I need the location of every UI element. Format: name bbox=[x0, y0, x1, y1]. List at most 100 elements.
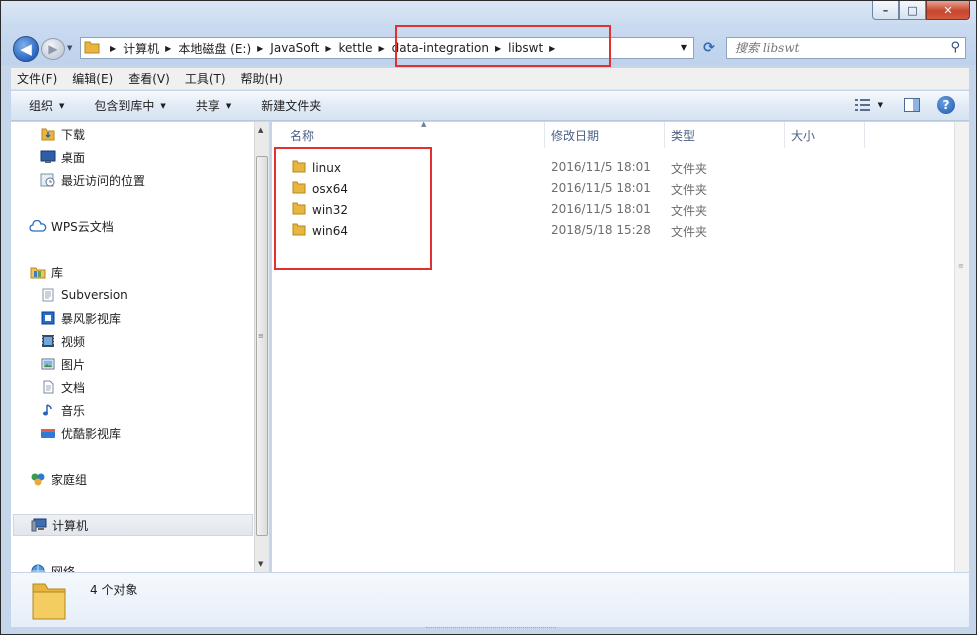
sidebar-item-label: 计算机 bbox=[52, 518, 89, 533]
sidebar-item-recent-places[interactable]: 最近访问的位置 bbox=[39, 169, 268, 191]
table-row[interactable]: win32 2016/11/5 18:01 文件夹 bbox=[282, 198, 842, 219]
back-button[interactable]: ◀ bbox=[13, 36, 39, 62]
new-folder-button[interactable]: 新建文件夹 bbox=[261, 97, 321, 114]
search-icon[interactable]: ⚲ bbox=[950, 40, 960, 55]
column-header-name[interactable]: 名称 ▲ bbox=[284, 120, 545, 148]
column-header-size[interactable]: 大小 bbox=[785, 122, 865, 148]
file-name: win64 bbox=[292, 222, 348, 239]
table-row[interactable]: linux 2016/11/5 18:01 文件夹 bbox=[282, 156, 842, 177]
video-icon bbox=[39, 333, 57, 349]
share-button[interactable]: 共享 ▼ bbox=[196, 97, 231, 114]
close-button[interactable]: ✕ bbox=[926, 1, 970, 20]
refresh-button[interactable]: ⟳ bbox=[697, 37, 721, 59]
view-options-dropdown[interactable]: ▼ bbox=[878, 101, 883, 109]
sidebar-item-libraries[interactable]: 库 bbox=[29, 261, 268, 283]
include-in-library-button[interactable]: 包含到库中 ▼ bbox=[94, 97, 165, 114]
menu-tools[interactable]: 工具(T) bbox=[185, 70, 226, 87]
chevron-right-icon[interactable]: ▶ bbox=[549, 44, 555, 53]
scrollbar-thumb[interactable] bbox=[256, 156, 268, 536]
column-label: 修改日期 bbox=[551, 128, 600, 143]
chevron-right-icon[interactable]: ▶ bbox=[165, 44, 171, 53]
sidebar-item-computer[interactable]: 计算机 bbox=[13, 514, 253, 536]
minimize-button[interactable]: – bbox=[872, 1, 899, 20]
resize-grip[interactable] bbox=[426, 627, 556, 630]
chevron-right-icon[interactable]: ▶ bbox=[495, 44, 501, 53]
sidebar-item-music[interactable]: 音乐 bbox=[39, 399, 268, 421]
explorer-window: – □ ✕ ◀ ▶ ▼ ▶ 计算机 ▶ 本地磁盘 (E:) ▶ JavaSoft… bbox=[0, 0, 977, 635]
navigation-scrollbar[interactable]: ▲ ≡ ▼ bbox=[254, 122, 269, 572]
library-icon bbox=[29, 264, 47, 280]
column-label: 名称 bbox=[290, 128, 315, 143]
menu-help[interactable]: 帮助(H) bbox=[241, 70, 283, 87]
menu-file[interactable]: 文件(F) bbox=[17, 70, 57, 87]
maximize-button[interactable]: □ bbox=[899, 1, 926, 20]
column-header-modified[interactable]: 修改日期 bbox=[545, 122, 665, 148]
include-in-library-label: 包含到库中 bbox=[94, 99, 155, 113]
sidebar-item-label: Subversion bbox=[61, 288, 128, 302]
chevron-right-icon[interactable]: ▶ bbox=[110, 44, 116, 53]
sidebar-item-label: 优酷影视库 bbox=[61, 426, 122, 441]
sidebar-item-network[interactable]: 网络 bbox=[29, 560, 268, 572]
file-modified: 2016/11/5 18:01 bbox=[551, 202, 651, 216]
forward-button[interactable]: ▶ bbox=[41, 38, 65, 60]
sidebar-item-baofeng[interactable]: 暴风影视库 bbox=[39, 307, 268, 329]
search-box[interactable]: ⚲ bbox=[726, 37, 966, 59]
chevron-down-icon: ▼ bbox=[59, 101, 65, 110]
folder-icon bbox=[84, 40, 100, 57]
chevron-down-icon: ▼ bbox=[160, 101, 166, 110]
scroll-up-icon[interactable]: ▲ bbox=[258, 126, 263, 134]
sidebar-item-downloads[interactable]: 下载 bbox=[39, 123, 268, 145]
column-label: 大小 bbox=[791, 128, 816, 143]
recent-pages-dropdown[interactable]: ▼ bbox=[67, 44, 72, 52]
organize-button[interactable]: 组织 ▼ bbox=[29, 97, 64, 114]
scroll-down-icon[interactable]: ▼ bbox=[258, 560, 263, 568]
file-name: win32 bbox=[292, 201, 348, 218]
chevron-right-icon[interactable]: ▶ bbox=[379, 44, 385, 53]
sidebar-item-wps-cloud[interactable]: WPS云文档 bbox=[29, 215, 268, 237]
table-row[interactable]: osx64 2016/11/5 18:01 文件夹 bbox=[282, 177, 842, 198]
breadcrumb-libswt[interactable]: libswt bbox=[508, 41, 543, 55]
share-label: 共享 bbox=[195, 99, 220, 113]
breadcrumb-computer[interactable]: 计算机 bbox=[123, 40, 159, 57]
column-label: 类型 bbox=[671, 128, 696, 143]
network-icon bbox=[29, 563, 47, 572]
breadcrumb: ▶ 计算机 ▶ 本地磁盘 (E:) ▶ JavaSoft ▶ kettle ▶ … bbox=[104, 40, 562, 57]
table-row[interactable]: win64 2018/5/18 15:28 文件夹 bbox=[282, 219, 842, 240]
sidebar-item-label: 下载 bbox=[61, 127, 86, 142]
breadcrumb-drive-e[interactable]: 本地磁盘 (E:) bbox=[178, 40, 251, 57]
sidebar-item-subversion[interactable]: Subversion bbox=[39, 284, 268, 306]
scrollbar-grip-icon: ≡ bbox=[958, 262, 964, 270]
help-icon[interactable]: ? bbox=[937, 96, 955, 114]
scrollbar-grip-icon: ≡ bbox=[258, 332, 264, 340]
file-type: 文件夹 bbox=[671, 204, 708, 218]
file-list: 名称 ▲ 修改日期 类型 大小 linux 2016/11/5 18:01 文件… bbox=[272, 120, 969, 572]
preview-pane-icon[interactable] bbox=[901, 96, 923, 114]
breadcrumb-kettle[interactable]: kettle bbox=[338, 41, 372, 55]
sidebar-item-videos[interactable]: 视频 bbox=[39, 330, 268, 352]
sidebar-item-homegroup[interactable]: 家庭组 bbox=[29, 468, 268, 490]
sidebar-item-youku[interactable]: 优酷影视库 bbox=[39, 422, 268, 444]
menu-view[interactable]: 查看(V) bbox=[128, 70, 170, 87]
video-library-icon bbox=[39, 310, 57, 326]
column-header-type[interactable]: 类型 bbox=[665, 122, 785, 148]
file-modified: 2016/11/5 18:01 bbox=[551, 181, 651, 195]
sidebar-item-label: 最近访问的位置 bbox=[61, 173, 146, 188]
sidebar-item-desktop[interactable]: 桌面 bbox=[39, 146, 268, 168]
chevron-right-icon[interactable]: ▶ bbox=[325, 44, 331, 53]
address-dropdown[interactable]: ▼ bbox=[681, 43, 687, 52]
breadcrumb-javasoft[interactable]: JavaSoft bbox=[270, 41, 319, 55]
breadcrumb-data-integration[interactable]: data-integration bbox=[392, 41, 489, 55]
details-pane: 4 个对象 bbox=[11, 572, 969, 627]
address-bar[interactable]: ▶ 计算机 ▶ 本地磁盘 (E:) ▶ JavaSoft ▶ kettle ▶ … bbox=[80, 37, 694, 59]
sidebar-item-pictures[interactable]: 图片 bbox=[39, 353, 268, 375]
picture-icon bbox=[39, 356, 57, 372]
sidebar-item-documents[interactable]: 文档 bbox=[39, 376, 268, 398]
menu-edit[interactable]: 编辑(E) bbox=[72, 70, 113, 87]
file-modified: 2016/11/5 18:01 bbox=[551, 160, 651, 174]
chevron-right-icon[interactable]: ▶ bbox=[257, 44, 263, 53]
item-count: 4 个对象 bbox=[90, 583, 138, 597]
content-scrollbar[interactable]: ≡ bbox=[954, 122, 969, 572]
change-view-icon[interactable] bbox=[852, 96, 874, 114]
document-icon bbox=[39, 379, 57, 395]
search-input[interactable] bbox=[735, 41, 935, 55]
